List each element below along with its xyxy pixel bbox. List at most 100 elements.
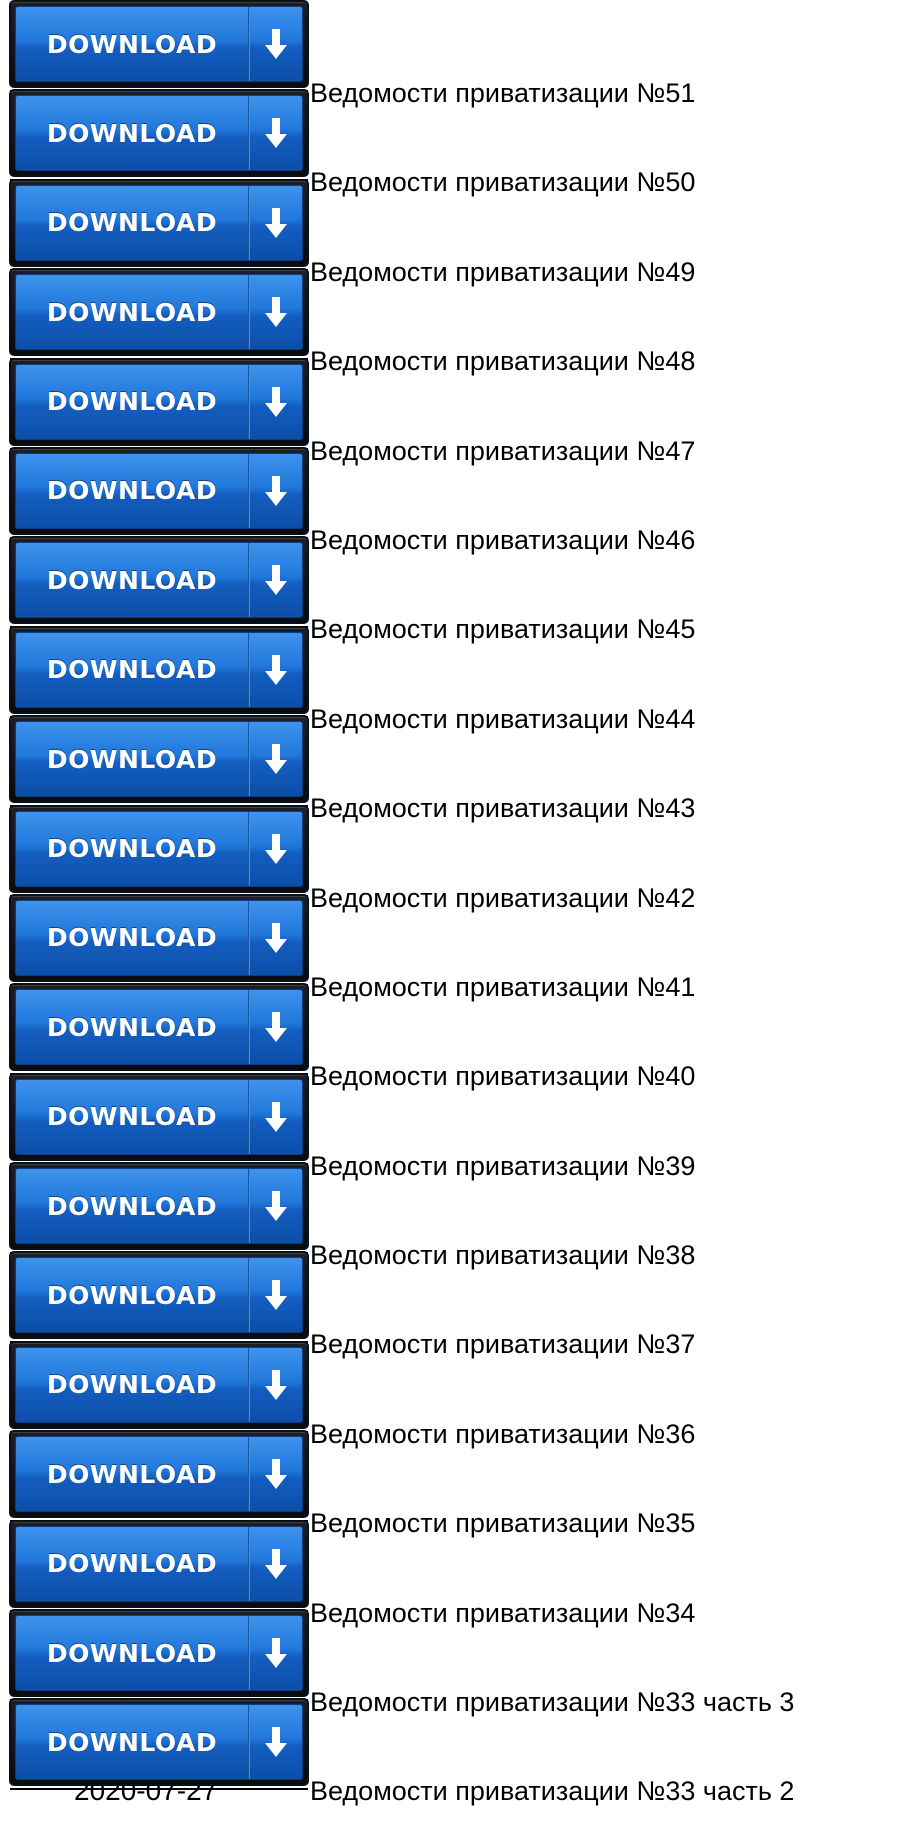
download-button-face: DOWNLOAD bbox=[15, 631, 303, 708]
download-button-face: DOWNLOAD bbox=[15, 1615, 303, 1692]
download-button-label: DOWNLOAD bbox=[46, 1370, 218, 1400]
list-item: Ведомости приватизации №42 DOWNLOAD bbox=[0, 804, 899, 913]
download-button[interactable]: DOWNLOAD bbox=[9, 178, 309, 267]
download-button-label: DOWNLOAD bbox=[46, 744, 218, 774]
arrow-down-icon bbox=[250, 1169, 302, 1243]
download-button[interactable]: DOWNLOAD bbox=[9, 1340, 309, 1429]
list-item: Ведомости приватизации №33 часть 3 DOWNL… bbox=[0, 1609, 899, 1717]
download-button-face: DOWNLOAD bbox=[15, 1168, 303, 1245]
list-item: Ведомости приватизации №45 DOWNLOAD bbox=[0, 536, 899, 644]
document-list: Ведомости приватизации №51 DOWNLOAD Ведо… bbox=[0, 0, 899, 1806]
download-button-face: DOWNLOAD bbox=[15, 542, 303, 619]
list-item: Ведомости приватизации №37 DOWNLOAD bbox=[0, 1251, 899, 1359]
list-item: Ведомости приватизации №50 DOWNLOAD bbox=[0, 89, 899, 197]
download-button-label: DOWNLOAD bbox=[46, 29, 218, 59]
arrow-down-icon bbox=[250, 365, 302, 439]
arrow-down-icon bbox=[250, 543, 302, 617]
list-item: Ведомости приватизации №36 DOWNLOAD bbox=[0, 1340, 899, 1449]
row-divider bbox=[10, 1788, 308, 1791]
list-item: Ведомости приватизации №40 DOWNLOAD bbox=[0, 983, 899, 1091]
download-button-face: DOWNLOAD bbox=[15, 184, 303, 261]
arrow-down-icon bbox=[250, 1258, 302, 1332]
item-title: Ведомости приватизации №33 часть 2 bbox=[310, 1776, 795, 1807]
arrow-down-icon bbox=[250, 454, 302, 528]
list-item: Ведомости приватизации №47 DOWNLOAD bbox=[0, 357, 899, 466]
download-button[interactable]: DOWNLOAD bbox=[9, 983, 309, 1072]
list-item: Ведомости приватизации №44 DOWNLOAD bbox=[0, 625, 899, 734]
list-item: Ведомости приватизации №41 DOWNLOAD bbox=[0, 893, 899, 1002]
download-button-label: DOWNLOAD bbox=[46, 1727, 218, 1757]
list-item: Ведомости приватизации №49 DOWNLOAD bbox=[0, 178, 899, 287]
download-button[interactable]: DOWNLOAD bbox=[9, 1072, 309, 1161]
arrow-down-icon bbox=[250, 812, 302, 886]
arrow-down-icon bbox=[250, 901, 302, 975]
download-button-face: DOWNLOAD bbox=[15, 1704, 303, 1781]
download-button-face: DOWNLOAD bbox=[15, 452, 303, 529]
arrow-down-icon bbox=[250, 990, 302, 1064]
download-button-label: DOWNLOAD bbox=[46, 1102, 218, 1132]
download-button-label: DOWNLOAD bbox=[46, 1280, 218, 1310]
arrow-down-icon bbox=[250, 1527, 302, 1601]
download-button-label: DOWNLOAD bbox=[46, 655, 218, 685]
download-button-label: DOWNLOAD bbox=[46, 565, 218, 595]
arrow-down-icon bbox=[250, 722, 302, 796]
download-button-label: DOWNLOAD bbox=[46, 387, 218, 417]
download-button-face: DOWNLOAD bbox=[15, 95, 303, 172]
list-item: Ведомости приватизации №34 DOWNLOAD bbox=[0, 1519, 899, 1628]
download-button[interactable]: DOWNLOAD bbox=[9, 804, 309, 893]
list-item: Ведомости приватизации №51 DOWNLOAD bbox=[0, 0, 899, 108]
download-button[interactable]: DOWNLOAD bbox=[9, 446, 309, 535]
download-button-label: DOWNLOAD bbox=[46, 1191, 218, 1221]
arrow-down-icon bbox=[250, 186, 302, 260]
download-button-face: DOWNLOAD bbox=[15, 1257, 303, 1334]
download-button[interactable]: DOWNLOAD bbox=[9, 1430, 309, 1519]
arrow-down-icon bbox=[250, 1616, 302, 1690]
download-button-face: DOWNLOAD bbox=[15, 810, 303, 887]
list-item: Ведомости приватизации №46 DOWNLOAD bbox=[0, 446, 899, 555]
list-item: Ведомости приватизации №48 DOWNLOAD bbox=[0, 268, 899, 376]
arrow-down-icon bbox=[250, 7, 302, 81]
download-button[interactable]: DOWNLOAD bbox=[9, 1162, 309, 1251]
arrow-down-icon bbox=[250, 275, 302, 349]
download-button[interactable]: DOWNLOAD bbox=[9, 1698, 309, 1787]
list-item: Ведомости приватизации №35 DOWNLOAD bbox=[0, 1430, 899, 1538]
download-button[interactable]: DOWNLOAD bbox=[9, 89, 309, 178]
download-button-label: DOWNLOAD bbox=[46, 834, 218, 864]
list-item: Ведомости приватизации №38 DOWNLOAD bbox=[0, 1162, 899, 1270]
download-button-face: DOWNLOAD bbox=[15, 1436, 303, 1513]
download-button[interactable]: DOWNLOAD bbox=[9, 0, 309, 88]
download-button[interactable]: DOWNLOAD bbox=[9, 536, 309, 625]
arrow-down-icon bbox=[250, 1705, 302, 1779]
download-button-label: DOWNLOAD bbox=[46, 1638, 218, 1668]
download-button-label: DOWNLOAD bbox=[46, 476, 218, 506]
download-button[interactable]: DOWNLOAD bbox=[9, 1609, 309, 1698]
list-item: Ведомости приватизации №39 DOWNLOAD bbox=[0, 1072, 899, 1181]
arrow-down-icon bbox=[250, 1348, 302, 1422]
download-button-face: DOWNLOAD bbox=[15, 721, 303, 798]
download-button-label: DOWNLOAD bbox=[46, 923, 218, 953]
download-button-label: DOWNLOAD bbox=[46, 1549, 218, 1579]
download-button-label: DOWNLOAD bbox=[46, 1012, 218, 1042]
download-button-face: DOWNLOAD bbox=[15, 1078, 303, 1155]
arrow-down-icon bbox=[250, 633, 302, 707]
download-button[interactable]: DOWNLOAD bbox=[9, 1519, 309, 1608]
download-button[interactable]: DOWNLOAD bbox=[9, 357, 309, 446]
download-button[interactable]: DOWNLOAD bbox=[9, 625, 309, 714]
arrow-down-icon bbox=[250, 1437, 302, 1511]
download-button-face: DOWNLOAD bbox=[15, 274, 303, 351]
download-button-face: DOWNLOAD bbox=[15, 363, 303, 440]
download-button-label: DOWNLOAD bbox=[46, 297, 218, 327]
download-button-face: DOWNLOAD bbox=[15, 899, 303, 976]
download-button[interactable]: DOWNLOAD bbox=[9, 893, 309, 982]
list-item: Ведомости приватизации №43 DOWNLOAD bbox=[0, 715, 899, 823]
arrow-down-icon bbox=[250, 1080, 302, 1154]
arrow-down-icon bbox=[250, 96, 302, 170]
download-button[interactable]: DOWNLOAD bbox=[9, 715, 309, 804]
download-button-face: DOWNLOAD bbox=[15, 6, 303, 82]
list-item: 2020-07-27 Ведомости приватизации №33 ча… bbox=[0, 1698, 899, 1806]
download-button-label: DOWNLOAD bbox=[46, 1459, 218, 1489]
download-button-label: DOWNLOAD bbox=[46, 208, 218, 238]
download-button-face: DOWNLOAD bbox=[15, 1525, 303, 1602]
download-button[interactable]: DOWNLOAD bbox=[9, 268, 309, 357]
download-button[interactable]: DOWNLOAD bbox=[9, 1251, 309, 1340]
